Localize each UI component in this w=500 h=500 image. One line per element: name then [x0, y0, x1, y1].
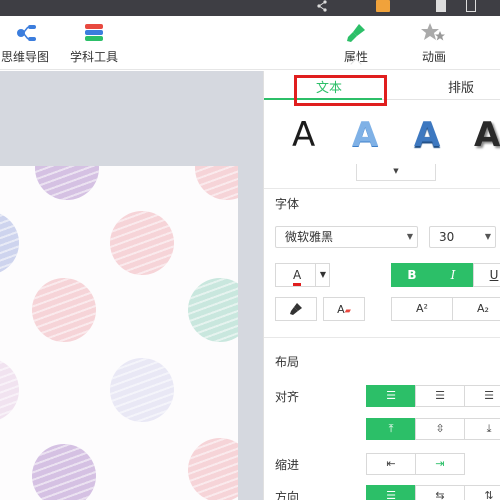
- properties-panel: 文本 排版 A A A A ▼ 字体 微软雅黑 ▼ 30 ▼ A ▼ B I U…: [263, 71, 500, 500]
- bold-button[interactable]: B: [391, 263, 433, 287]
- align-label: 对齐: [275, 390, 300, 404]
- subscript-button[interactable]: A₂: [452, 297, 500, 321]
- mindmap-icon: [17, 25, 36, 41]
- canvas-area[interactable]: [0, 71, 263, 500]
- decorative-dot: [110, 211, 174, 275]
- decorative-dot: [35, 166, 99, 200]
- align-middle-button[interactable]: ⇳: [415, 418, 465, 440]
- chevron-down-icon: ▼: [484, 232, 491, 241]
- vertical-text-icon: ⇆: [435, 489, 445, 500]
- format-painter-button[interactable]: [275, 297, 317, 321]
- clear-format-icon: A▰: [337, 303, 351, 316]
- share-icon[interactable]: [316, 0, 328, 12]
- expand-presets-button[interactable]: ▼: [356, 164, 436, 181]
- text-style-preset[interactable]: A: [474, 115, 500, 155]
- format-painter-icon: [290, 303, 302, 315]
- layout-section-title: 布局: [275, 355, 300, 369]
- font-color-button[interactable]: A ▼: [275, 263, 330, 287]
- align-center-icon: ☰: [435, 389, 445, 402]
- decorative-dot: [110, 358, 174, 422]
- font-family-select[interactable]: 微软雅黑 ▼: [275, 226, 418, 248]
- align-center-button[interactable]: ☰: [415, 385, 465, 407]
- indent-group: ⇤ ⇥: [366, 453, 465, 475]
- increase-indent-icon: ⇥: [435, 457, 445, 470]
- decrease-indent-button[interactable]: ⇤: [366, 453, 416, 475]
- align-left-icon: ☰: [386, 389, 396, 402]
- vertical-align-group: ⤒ ⇳ ⤓: [366, 418, 500, 440]
- font-size-select[interactable]: 30 ▼: [429, 226, 496, 248]
- horizontal-direction-button[interactable]: ☰: [366, 485, 416, 500]
- mindmap-tool-label: 思维导图: [0, 50, 49, 64]
- clear-format-button[interactable]: A▰: [323, 297, 365, 321]
- decorative-dot: [0, 358, 19, 422]
- decorative-dot: [0, 211, 19, 275]
- align-left-button[interactable]: ☰: [366, 385, 416, 407]
- text-style-preset[interactable]: A: [352, 115, 378, 155]
- toolbar: 思维导图 学科工具 属性 动画: [0, 16, 500, 70]
- underline-button[interactable]: U: [473, 263, 500, 287]
- horizontal-align-group: ☰ ☰ ☰: [366, 385, 500, 407]
- superscript-button[interactable]: A²: [391, 297, 453, 321]
- subject-tool-label: 学科工具: [69, 50, 118, 64]
- align-top-icon: ⤒: [388, 422, 394, 435]
- highlight-box: [294, 75, 387, 106]
- align-bottom-icon: ⤓: [486, 422, 492, 435]
- align-top-button[interactable]: ⤒: [366, 418, 416, 440]
- tab-layout[interactable]: 排版: [448, 77, 474, 96]
- books-icon: [85, 24, 103, 41]
- text-style-presets: A A A A: [264, 109, 500, 164]
- font-size-value: 30: [439, 230, 455, 244]
- align-right-icon: ☰: [484, 389, 494, 402]
- divider: [264, 188, 500, 189]
- italic-button[interactable]: I: [432, 263, 474, 287]
- vertical-direction-button[interactable]: ⇆: [415, 485, 465, 500]
- decorative-dot: [188, 438, 238, 500]
- slide-page[interactable]: [0, 166, 238, 500]
- divider: [264, 337, 500, 338]
- paint-brush-icon: [347, 24, 365, 42]
- decorative-dot: [188, 278, 238, 342]
- subject-tool-button[interactable]: 学科工具: [64, 22, 124, 65]
- mail-icon[interactable]: [376, 0, 390, 12]
- text-style-preset[interactable]: A: [414, 115, 440, 155]
- decrease-indent-icon: ⇤: [386, 457, 396, 470]
- chevron-down-icon: ▼: [406, 232, 413, 241]
- minimize-icon[interactable]: [436, 0, 446, 12]
- align-bottom-button[interactable]: ⤓: [464, 418, 500, 440]
- align-right-button[interactable]: ☰: [464, 385, 500, 407]
- chevron-down-icon: ▼: [314, 264, 326, 286]
- text-style-preset[interactable]: A: [292, 115, 315, 155]
- font-section-title: 字体: [275, 197, 300, 211]
- chevron-down-icon: ▼: [393, 167, 399, 175]
- decorative-dot: [32, 444, 96, 500]
- rotate-text-icon: ⇅: [484, 489, 494, 500]
- direction-label: 方向: [275, 490, 300, 500]
- direction-group: ☰ ⇆ ⇅: [366, 485, 500, 500]
- title-bar: [0, 0, 500, 16]
- font-color-icon: A: [293, 267, 302, 286]
- panel-tabs: 文本 排版: [264, 71, 500, 106]
- animation-tool-button[interactable]: 动画: [410, 22, 458, 65]
- animation-tool-label: 动画: [421, 50, 446, 64]
- horizontal-text-icon: ☰: [386, 489, 396, 500]
- font-family-value: 微软雅黑: [285, 230, 334, 244]
- align-middle-icon: ⇳: [435, 422, 445, 435]
- stars-icon: [421, 23, 445, 41]
- decorative-dot: [195, 166, 238, 200]
- mindmap-tool-button[interactable]: 思维导图: [0, 22, 54, 65]
- rotate-direction-button[interactable]: ⇅: [464, 485, 500, 500]
- indent-label: 缩进: [275, 458, 300, 472]
- maximize-icon[interactable]: [466, 0, 476, 12]
- increase-indent-button[interactable]: ⇥: [415, 453, 465, 475]
- decorative-dot: [32, 278, 96, 342]
